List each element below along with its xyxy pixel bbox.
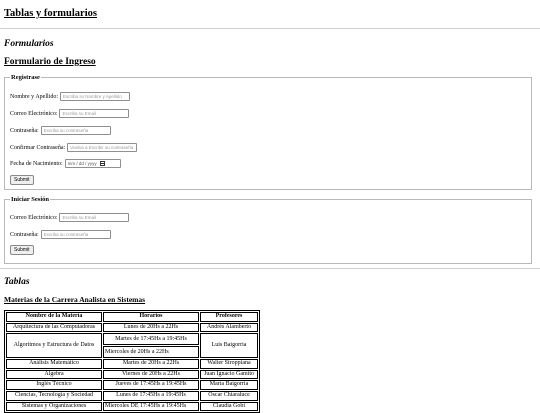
table-row: Análisis Matemático Martes de 20Hs a 22H… bbox=[6, 359, 258, 369]
table-row: Arquitectura de las Computadoras Lunes d… bbox=[6, 322, 258, 333]
divider bbox=[0, 268, 540, 269]
cell-horario: Jueves de 17:45Hs a 19:45Hs bbox=[103, 380, 199, 390]
register-fieldset: Registrase Nombre y Apellido: Escriba su… bbox=[4, 74, 532, 190]
table-row: Algebra Viernes de 20Hs a 22Hs Juan Igna… bbox=[6, 369, 258, 380]
cell-horario: Martes de 17:45Hs a 19:45Hs bbox=[103, 333, 199, 346]
divider bbox=[0, 28, 540, 29]
calendar-icon[interactable] bbox=[99, 161, 105, 166]
cell-profesor: Oscar Chiaraluce bbox=[200, 390, 258, 401]
cell-profesor: Claudia Gobi bbox=[200, 401, 258, 412]
column-header-horarios: Horarios bbox=[103, 312, 199, 322]
forms-heading: Formularios bbox=[4, 39, 54, 49]
table-row: Ciencias, Tecnología y Sociedad Lunes de… bbox=[6, 390, 258, 401]
password-label: Contraseña: bbox=[10, 127, 39, 134]
login-password-input[interactable]: Escriba su contraseña bbox=[40, 230, 111, 239]
email-label: Correo Electrónico: bbox=[10, 110, 58, 117]
cell-materia: Sistemas y Organizaciones bbox=[6, 401, 102, 412]
table-row: Sistemas y Organizaciones Miercoles DE 1… bbox=[6, 401, 258, 412]
materias-table: Nombre de la Materia Horarios Profesores… bbox=[4, 310, 260, 413]
register-confirm-row: Confirmar Contraseña: Vuelva a Escribir … bbox=[10, 143, 138, 152]
cell-profesor: Walter Stroppiana bbox=[200, 359, 258, 369]
cell-materia: Inglés Técnico bbox=[6, 380, 102, 390]
login-submit-button[interactable]: Submit bbox=[10, 245, 34, 255]
email-input[interactable]: Escriba su Email bbox=[59, 109, 130, 118]
column-header-profesores: Profesores bbox=[200, 312, 258, 322]
cell-materia: Arquitectura de las Computadoras bbox=[6, 322, 102, 333]
login-email-row: Correo Electrónico: Escriba su Email bbox=[10, 213, 130, 222]
login-password-row: Contraseña: Escriba su contraseña bbox=[10, 230, 111, 239]
register-birthdate-row: Fecha de Nacimiento: mm / dd / yyyy bbox=[10, 159, 121, 168]
login-fieldset: Iniciar Sesión Correo Electrónico: Escri… bbox=[4, 196, 532, 264]
cell-materia: Análisis Matemático bbox=[6, 359, 102, 369]
table-row: Inglés Técnico Jueves de 17:45Hs a 19:45… bbox=[6, 380, 258, 390]
cell-horario: Miercoles de 20Hs a 22Hs bbox=[103, 346, 199, 359]
table-header-row: Nombre de la Materia Horarios Profesores bbox=[6, 312, 258, 322]
login-legend: Iniciar Sesión bbox=[11, 196, 49, 203]
birthdate-input[interactable]: mm / dd / yyyy bbox=[64, 159, 121, 168]
cell-profesor: María Baigorria bbox=[200, 380, 258, 390]
table-row: Algoritmos y Estructura de Datos Martes … bbox=[6, 333, 258, 359]
cell-horario: Lunes de 17:45Hs a 19:45Hs bbox=[103, 390, 199, 401]
page-title: Tablas y formularios bbox=[4, 8, 97, 19]
cell-profesor: Andrés Alamberto bbox=[200, 322, 258, 333]
password-input[interactable]: Escriba su contraseña bbox=[40, 126, 111, 135]
confirm-password-label: Confirmar Contraseña: bbox=[10, 144, 66, 151]
tables-heading: Tablas bbox=[4, 277, 30, 287]
register-name-row: Nombre y Apellido: Escriba su Nombre y A… bbox=[10, 92, 130, 101]
login-email-label: Correo Electrónico: bbox=[10, 214, 58, 221]
birthdate-label: Fecha de Nacimiento: bbox=[10, 160, 63, 167]
login-password-label: Contraseña: bbox=[10, 231, 39, 238]
cell-horario: Viernes de 20Hs a 22Hs bbox=[103, 369, 199, 380]
cell-horario: Miercoles DE 17:45Hs a 19:45Hs bbox=[103, 401, 199, 412]
column-header-materia: Nombre de la Materia bbox=[6, 312, 102, 322]
cell-materia: Ciencias, Tecnología y Sociedad bbox=[6, 390, 102, 401]
name-label: Nombre y Apellido: bbox=[10, 93, 58, 100]
cell-profesor: Luis Baigorria bbox=[200, 333, 258, 359]
cell-profesor: Juan Ignacio Gamito bbox=[200, 369, 258, 380]
confirm-password-input[interactable]: Vuelva a Escribir su contraseña bbox=[67, 143, 138, 152]
forms-subheading: Formulario de Ingreso bbox=[4, 57, 96, 67]
name-input[interactable]: Escriba su Nombre y Apellido bbox=[60, 92, 130, 101]
cell-materia: Algebra bbox=[6, 369, 102, 380]
cell-horario: Martes de 20Hs a 22Hs bbox=[103, 359, 199, 369]
register-legend: Registrase bbox=[11, 74, 40, 81]
cell-horario: Lunes de 20Hs a 22Hs bbox=[103, 322, 199, 333]
login-email-input[interactable]: Escriba su Email bbox=[59, 213, 130, 222]
birthdate-placeholder: mm / dd / yyyy bbox=[67, 161, 97, 166]
tables-subheading: Materias de la Carrera Analista en Siste… bbox=[4, 295, 146, 304]
register-submit-button[interactable]: Submit bbox=[10, 175, 34, 185]
register-password-row: Contraseña: Escriba su contraseña bbox=[10, 126, 111, 135]
cell-materia: Algoritmos y Estructura de Datos bbox=[6, 333, 102, 359]
register-email-row: Correo Electrónico: Escriba su Email bbox=[10, 109, 130, 118]
